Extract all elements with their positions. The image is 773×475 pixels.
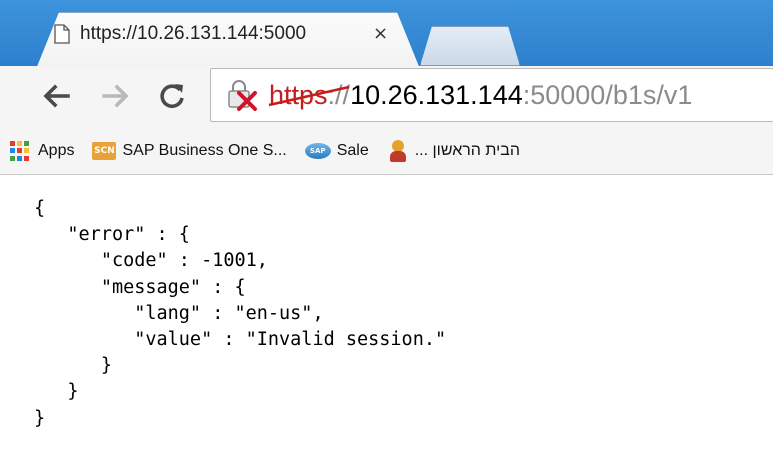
- url-text: https://10.26.131.144:50000/b1s/v1: [268, 79, 693, 111]
- bookmark-label: Sale: [336, 142, 369, 159]
- page-content: { "error" : { "code" : -1001, "message" …: [34, 196, 773, 475]
- url-host: 10.26.131.144: [350, 79, 523, 110]
- sap-icon: SAP: [304, 143, 331, 159]
- new-tab-button[interactable]: [420, 26, 520, 66]
- bookmark-apps[interactable]: Apps: [0, 141, 74, 161]
- active-tab-content[interactable]: https://10.26.131.144:5000 ×: [48, 14, 408, 54]
- strikethrough-icon: [268, 85, 350, 106]
- url-scheme: https: [268, 80, 350, 110]
- bookmark-sale[interactable]: SAP Sale: [304, 142, 369, 160]
- reload-icon[interactable]: [152, 74, 192, 118]
- close-icon[interactable]: ×: [373, 25, 388, 43]
- scn-icon: SCN: [92, 142, 117, 160]
- tab-title: https://10.26.131.144:5000: [80, 23, 307, 44]
- toolbar: https://10.26.131.144:50000/b1s/v1: [0, 66, 773, 128]
- back-icon[interactable]: [36, 74, 76, 118]
- url-port: :50000: [522, 79, 606, 110]
- bookmark-sap-business-one[interactable]: SCN SAP Business One S...: [92, 142, 287, 160]
- insecure-lock-icon[interactable]: [225, 77, 265, 113]
- apps-grid-icon: [10, 141, 30, 161]
- bookmark-label: הבית הראשון ...: [414, 142, 520, 159]
- forward-icon[interactable]: [96, 74, 136, 118]
- bookmark-label: Apps: [38, 142, 75, 159]
- address-bar[interactable]: https://10.26.131.144:50000/b1s/v1: [210, 68, 773, 122]
- url-path: /b1s/v1: [605, 79, 693, 110]
- bookmarks-bar: Apps SCN SAP Business One S... SAP Sale …: [0, 128, 773, 175]
- json-response: { "error" : { "code" : -1001, "message" …: [34, 198, 447, 429]
- bookmark-hebrew[interactable]: הבית הראשון ...: [387, 140, 520, 162]
- page-icon: [54, 24, 70, 44]
- bookmark-label: SAP Business One S...: [122, 142, 287, 159]
- figure-icon: [387, 140, 409, 162]
- tab-strip: https://10.26.131.144:5000 ×: [0, 0, 773, 68]
